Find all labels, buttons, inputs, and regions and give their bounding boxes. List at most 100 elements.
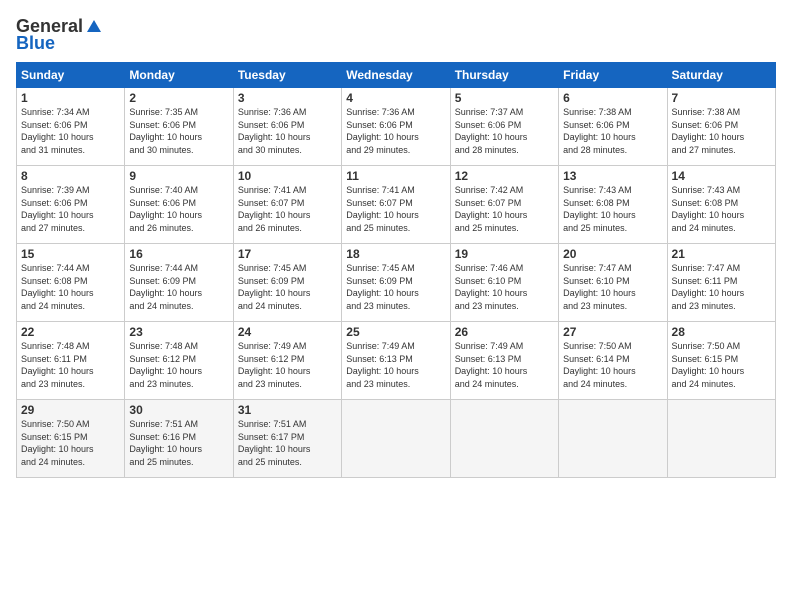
calendar-day-25: 25Sunrise: 7:49 AM Sunset: 6:13 PM Dayli… xyxy=(342,322,450,400)
day-info: Sunrise: 7:44 AM Sunset: 6:09 PM Dayligh… xyxy=(129,262,228,312)
day-number: 5 xyxy=(455,91,554,105)
day-info: Sunrise: 7:47 AM Sunset: 6:11 PM Dayligh… xyxy=(672,262,771,312)
day-number: 13 xyxy=(563,169,662,183)
day-info: Sunrise: 7:38 AM Sunset: 6:06 PM Dayligh… xyxy=(672,106,771,156)
calendar-week-3: 15Sunrise: 7:44 AM Sunset: 6:08 PM Dayli… xyxy=(17,244,776,322)
weekday-header-wednesday: Wednesday xyxy=(342,63,450,88)
weekday-header-monday: Monday xyxy=(125,63,233,88)
weekday-header-tuesday: Tuesday xyxy=(233,63,341,88)
calendar-day-23: 23Sunrise: 7:48 AM Sunset: 6:12 PM Dayli… xyxy=(125,322,233,400)
calendar-day-20: 20Sunrise: 7:47 AM Sunset: 6:10 PM Dayli… xyxy=(559,244,667,322)
day-number: 10 xyxy=(238,169,337,183)
calendar-day-13: 13Sunrise: 7:43 AM Sunset: 6:08 PM Dayli… xyxy=(559,166,667,244)
day-info: Sunrise: 7:46 AM Sunset: 6:10 PM Dayligh… xyxy=(455,262,554,312)
weekday-header-saturday: Saturday xyxy=(667,63,775,88)
day-info: Sunrise: 7:44 AM Sunset: 6:08 PM Dayligh… xyxy=(21,262,120,312)
logo-blue: Blue xyxy=(16,33,55,54)
day-number: 3 xyxy=(238,91,337,105)
weekday-header-row: SundayMondayTuesdayWednesdayThursdayFrid… xyxy=(17,63,776,88)
calendar-day-30: 30Sunrise: 7:51 AM Sunset: 6:16 PM Dayli… xyxy=(125,400,233,478)
calendar-day-27: 27Sunrise: 7:50 AM Sunset: 6:14 PM Dayli… xyxy=(559,322,667,400)
day-number: 28 xyxy=(672,325,771,339)
day-number: 14 xyxy=(672,169,771,183)
day-number: 4 xyxy=(346,91,445,105)
day-info: Sunrise: 7:51 AM Sunset: 6:16 PM Dayligh… xyxy=(129,418,228,468)
logo-icon xyxy=(85,18,103,36)
calendar-day-6: 6Sunrise: 7:38 AM Sunset: 6:06 PM Daylig… xyxy=(559,88,667,166)
day-info: Sunrise: 7:45 AM Sunset: 6:09 PM Dayligh… xyxy=(346,262,445,312)
day-info: Sunrise: 7:50 AM Sunset: 6:14 PM Dayligh… xyxy=(563,340,662,390)
day-number: 12 xyxy=(455,169,554,183)
day-number: 25 xyxy=(346,325,445,339)
calendar-day-9: 9Sunrise: 7:40 AM Sunset: 6:06 PM Daylig… xyxy=(125,166,233,244)
calendar-week-5: 29Sunrise: 7:50 AM Sunset: 6:15 PM Dayli… xyxy=(17,400,776,478)
weekday-header-thursday: Thursday xyxy=(450,63,558,88)
calendar-day-16: 16Sunrise: 7:44 AM Sunset: 6:09 PM Dayli… xyxy=(125,244,233,322)
day-info: Sunrise: 7:49 AM Sunset: 6:13 PM Dayligh… xyxy=(455,340,554,390)
calendar-day-5: 5Sunrise: 7:37 AM Sunset: 6:06 PM Daylig… xyxy=(450,88,558,166)
day-info: Sunrise: 7:48 AM Sunset: 6:12 PM Dayligh… xyxy=(129,340,228,390)
empty-cell xyxy=(559,400,667,478)
calendar-week-2: 8Sunrise: 7:39 AM Sunset: 6:06 PM Daylig… xyxy=(17,166,776,244)
calendar-day-3: 3Sunrise: 7:36 AM Sunset: 6:06 PM Daylig… xyxy=(233,88,341,166)
day-number: 6 xyxy=(563,91,662,105)
calendar-day-7: 7Sunrise: 7:38 AM Sunset: 6:06 PM Daylig… xyxy=(667,88,775,166)
day-info: Sunrise: 7:43 AM Sunset: 6:08 PM Dayligh… xyxy=(563,184,662,234)
day-number: 18 xyxy=(346,247,445,261)
day-info: Sunrise: 7:39 AM Sunset: 6:06 PM Dayligh… xyxy=(21,184,120,234)
day-number: 22 xyxy=(21,325,120,339)
calendar-day-17: 17Sunrise: 7:45 AM Sunset: 6:09 PM Dayli… xyxy=(233,244,341,322)
calendar-table: SundayMondayTuesdayWednesdayThursdayFrid… xyxy=(16,62,776,478)
day-info: Sunrise: 7:51 AM Sunset: 6:17 PM Dayligh… xyxy=(238,418,337,468)
calendar-week-4: 22Sunrise: 7:48 AM Sunset: 6:11 PM Dayli… xyxy=(17,322,776,400)
day-number: 31 xyxy=(238,403,337,417)
calendar-day-8: 8Sunrise: 7:39 AM Sunset: 6:06 PM Daylig… xyxy=(17,166,125,244)
day-info: Sunrise: 7:43 AM Sunset: 6:08 PM Dayligh… xyxy=(672,184,771,234)
day-info: Sunrise: 7:42 AM Sunset: 6:07 PM Dayligh… xyxy=(455,184,554,234)
empty-cell xyxy=(342,400,450,478)
day-info: Sunrise: 7:41 AM Sunset: 6:07 PM Dayligh… xyxy=(238,184,337,234)
day-info: Sunrise: 7:40 AM Sunset: 6:06 PM Dayligh… xyxy=(129,184,228,234)
day-info: Sunrise: 7:49 AM Sunset: 6:13 PM Dayligh… xyxy=(346,340,445,390)
day-info: Sunrise: 7:45 AM Sunset: 6:09 PM Dayligh… xyxy=(238,262,337,312)
calendar-day-28: 28Sunrise: 7:50 AM Sunset: 6:15 PM Dayli… xyxy=(667,322,775,400)
calendar-day-15: 15Sunrise: 7:44 AM Sunset: 6:08 PM Dayli… xyxy=(17,244,125,322)
day-number: 8 xyxy=(21,169,120,183)
day-info: Sunrise: 7:47 AM Sunset: 6:10 PM Dayligh… xyxy=(563,262,662,312)
day-number: 29 xyxy=(21,403,120,417)
day-number: 19 xyxy=(455,247,554,261)
calendar-day-29: 29Sunrise: 7:50 AM Sunset: 6:15 PM Dayli… xyxy=(17,400,125,478)
weekday-header-friday: Friday xyxy=(559,63,667,88)
day-info: Sunrise: 7:34 AM Sunset: 6:06 PM Dayligh… xyxy=(21,106,120,156)
day-number: 24 xyxy=(238,325,337,339)
day-info: Sunrise: 7:37 AM Sunset: 6:06 PM Dayligh… xyxy=(455,106,554,156)
calendar-day-18: 18Sunrise: 7:45 AM Sunset: 6:09 PM Dayli… xyxy=(342,244,450,322)
calendar-day-19: 19Sunrise: 7:46 AM Sunset: 6:10 PM Dayli… xyxy=(450,244,558,322)
empty-cell xyxy=(667,400,775,478)
day-number: 21 xyxy=(672,247,771,261)
day-info: Sunrise: 7:36 AM Sunset: 6:06 PM Dayligh… xyxy=(238,106,337,156)
day-info: Sunrise: 7:48 AM Sunset: 6:11 PM Dayligh… xyxy=(21,340,120,390)
calendar-day-12: 12Sunrise: 7:42 AM Sunset: 6:07 PM Dayli… xyxy=(450,166,558,244)
day-info: Sunrise: 7:49 AM Sunset: 6:12 PM Dayligh… xyxy=(238,340,337,390)
calendar-day-26: 26Sunrise: 7:49 AM Sunset: 6:13 PM Dayli… xyxy=(450,322,558,400)
calendar-day-21: 21Sunrise: 7:47 AM Sunset: 6:11 PM Dayli… xyxy=(667,244,775,322)
calendar-day-22: 22Sunrise: 7:48 AM Sunset: 6:11 PM Dayli… xyxy=(17,322,125,400)
logo: General Blue xyxy=(16,16,103,54)
day-number: 26 xyxy=(455,325,554,339)
day-info: Sunrise: 7:41 AM Sunset: 6:07 PM Dayligh… xyxy=(346,184,445,234)
header: General Blue xyxy=(16,16,776,54)
calendar-day-24: 24Sunrise: 7:49 AM Sunset: 6:12 PM Dayli… xyxy=(233,322,341,400)
calendar-day-31: 31Sunrise: 7:51 AM Sunset: 6:17 PM Dayli… xyxy=(233,400,341,478)
weekday-header-sunday: Sunday xyxy=(17,63,125,88)
day-info: Sunrise: 7:50 AM Sunset: 6:15 PM Dayligh… xyxy=(672,340,771,390)
day-number: 20 xyxy=(563,247,662,261)
day-info: Sunrise: 7:36 AM Sunset: 6:06 PM Dayligh… xyxy=(346,106,445,156)
day-info: Sunrise: 7:38 AM Sunset: 6:06 PM Dayligh… xyxy=(563,106,662,156)
day-number: 11 xyxy=(346,169,445,183)
day-number: 2 xyxy=(129,91,228,105)
calendar-day-11: 11Sunrise: 7:41 AM Sunset: 6:07 PM Dayli… xyxy=(342,166,450,244)
day-number: 16 xyxy=(129,247,228,261)
page: General Blue SundayMondayTuesdayWednesda… xyxy=(0,0,792,612)
calendar-day-10: 10Sunrise: 7:41 AM Sunset: 6:07 PM Dayli… xyxy=(233,166,341,244)
